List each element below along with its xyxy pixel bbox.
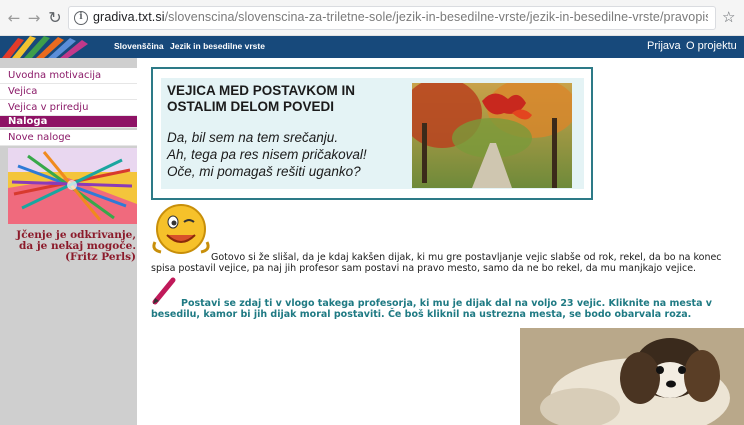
banner-example-2: Ah, tega pa res nisem pričakoval! (167, 147, 367, 162)
bookmark-star-icon[interactable]: ☆ (722, 8, 735, 26)
banner-example-3: Oče, mi pomagaš rešiti uganko? (167, 164, 361, 179)
browser-toolbar: ← → ↻ i gradiva.txt.si/slovenscina/slove… (0, 0, 744, 36)
pencils-illustration (8, 148, 137, 224)
sidebar: Uvodna motivacija Vejica Vejica v prired… (0, 58, 137, 425)
about-link[interactable]: O projektu (686, 40, 737, 52)
puppy-photo (520, 328, 744, 425)
info-icon[interactable]: i (74, 11, 88, 25)
address-bar[interactable]: i gradiva.txt.si/slovenscina/slovenscina… (68, 6, 716, 30)
url-host: gradiva.txt.si (93, 10, 165, 24)
sidebar-item-uvodna-motivacija[interactable]: Uvodna motivacija (0, 68, 137, 84)
intro-paragraph: Gotovo si že slišal, da je kdaj kakšen d… (151, 252, 722, 274)
reload-icon[interactable]: ↻ (46, 9, 64, 27)
nav-link-jezik[interactable]: Jezik in besedilne vrste (170, 41, 265, 51)
sidebar-item-naloga[interactable]: Naloga (0, 116, 137, 128)
lesson-banner: VEJICA MED POSTAVKOM IN OSTALIM DELOM PO… (151, 67, 593, 200)
task-instructions: Postavi se zdaj ti v vlogo takega profes… (151, 298, 712, 320)
winking-smiley-icon (151, 202, 213, 258)
site-header: Slovenščina Jezik in besedilne vrste Pri… (0, 36, 744, 58)
autumn-road-photo (412, 83, 572, 188)
forward-arrow-icon[interactable]: → (25, 9, 43, 27)
sidebar-item-vejica[interactable]: Vejica (0, 84, 137, 100)
banner-panel: VEJICA MED POSTAVKOM IN OSTALIM DELOM PO… (161, 78, 584, 189)
login-link[interactable]: Prijava (647, 40, 681, 52)
back-arrow-icon[interactable]: ← (5, 9, 23, 27)
banner-title: VEJICA MED POSTAVKOM IN OSTALIM DELOM PO… (167, 83, 356, 114)
sidebar-quote: Jčenje je odkrivanje, da je nekaj mogoče… (16, 229, 136, 263)
sidebar-item-nove-naloge[interactable]: Nove naloge (0, 130, 137, 146)
url-text[interactable]: gradiva.txt.si/slovenscina/slovenscina-z… (93, 10, 708, 24)
site-logo[interactable] (0, 36, 98, 58)
url-path: /slovenscina/slovenscina-za-triletne-sol… (164, 10, 708, 24)
nav-link-slovenscina[interactable]: Slovenščina (114, 41, 164, 51)
banner-example-1: Da, bil sem na tem srečanju. (167, 130, 339, 145)
sidebar-item-vejica-v-priredju[interactable]: Vejica v priredju (0, 100, 137, 116)
